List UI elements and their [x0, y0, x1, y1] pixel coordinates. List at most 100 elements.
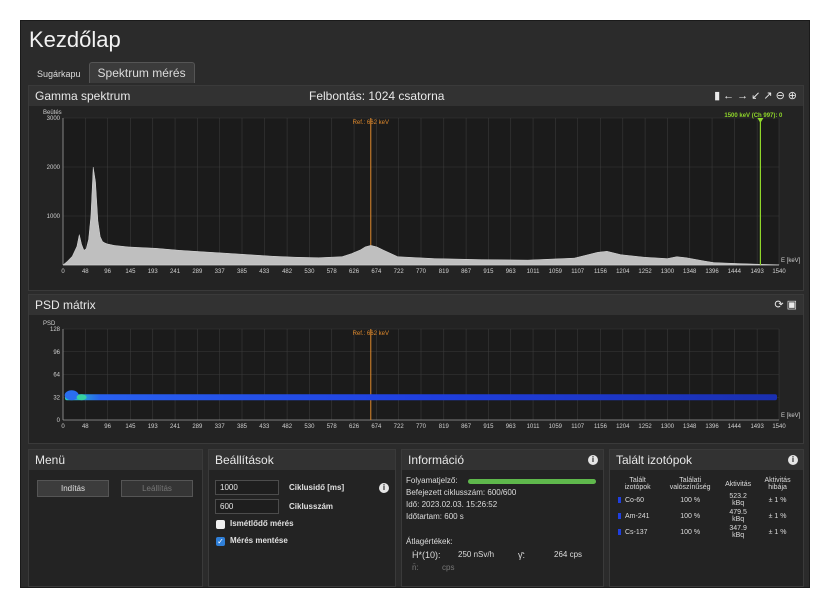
info-panel: Információ i Folyamatjelző: Befejezett c… — [401, 449, 604, 587]
measurement-duration: Időtartam: 600 s — [406, 512, 464, 521]
progress-bar — [468, 479, 596, 484]
x-tick-label: 1204 — [616, 269, 630, 275]
x-tick-label: 867 — [461, 424, 472, 430]
info-icon[interactable]: i — [588, 455, 598, 465]
x-tick-label: 626 — [349, 424, 360, 430]
tab-spektrum-meres[interactable]: Spektrum mérés — [88, 62, 195, 83]
x-tick-label: 337 — [215, 269, 226, 275]
settings-panel-header: Beállítások — [209, 450, 395, 470]
isotope-color-marker — [618, 528, 621, 535]
x-tick-label: 1059 — [549, 269, 563, 275]
start-button[interactable]: Indítás — [37, 480, 109, 497]
cycle-count-input[interactable]: 600 — [215, 499, 279, 514]
x-tick-label: 385 — [237, 424, 248, 430]
gamma-rate-value: 264 cps — [554, 550, 583, 559]
column-header: Talált izotópok — [624, 477, 651, 491]
refresh-icon[interactable]: ⟳ — [774, 298, 783, 311]
y-tick-label: 128 — [50, 327, 61, 333]
table-row: Co-60 100 % 523.2 kBq ± 1 % — [616, 492, 800, 508]
info-icon[interactable]: i — [788, 455, 798, 465]
x-tick-label: 1300 — [661, 424, 675, 430]
x-axis-label: E [keV] — [781, 258, 801, 264]
y-tick-label: 1000 — [47, 214, 61, 220]
psd-hotspot — [64, 390, 79, 401]
psd-matrix-panel: PSD mátrix ⟳ ▣ 0 48 96 145 193 241 289 337 385 43… — [28, 294, 804, 444]
x-tick-label: 530 — [304, 424, 315, 430]
x-tick-label: 289 — [192, 269, 203, 275]
x-tick-label: 1348 — [683, 424, 697, 430]
arrow-left-icon[interactable]: ← — [723, 90, 734, 102]
cursor-label: 1500 keV (Ch 997): 0 — [724, 113, 783, 119]
gamma-panel-header: Gamma spektrum Felbontás: 1024 csatorna … — [29, 86, 803, 106]
isotope-name: Co-60 — [625, 496, 645, 504]
y-tick-label: 96 — [53, 350, 60, 356]
menu-panel: Menü Indítás Leállítás — [28, 449, 203, 587]
y-tick-label: 64 — [53, 373, 60, 379]
x-tick-label: 819 — [439, 269, 450, 275]
reference-line-label: Ref.: 662 keV — [353, 120, 389, 126]
x-tick-label: 578 — [327, 424, 338, 430]
table-row: Cs-137 100 % 347.9 kBq ± 1 % — [616, 524, 800, 540]
tab-bar: Sugárkapu Spektrum mérés — [29, 62, 195, 83]
x-tick-label: 963 — [506, 424, 517, 430]
isotopes-table: Talált izotópok Találati valószínűség Ak… — [616, 476, 800, 540]
bar-chart-icon[interactable]: ▮ — [714, 89, 720, 102]
y-tick-label: 32 — [53, 395, 60, 401]
isotopes-panel-title: Talált izotópok — [616, 453, 693, 467]
x-tick-label: 145 — [125, 424, 136, 430]
psd-toolbar: ⟳ ▣ — [771, 298, 797, 311]
isotope-activity: 347.9 kBq — [729, 525, 747, 539]
save-checkbox[interactable]: ✓ — [216, 537, 225, 546]
x-tick-label: 433 — [259, 424, 270, 430]
x-tick-label: 963 — [506, 269, 517, 275]
column-header: Aktivitás — [725, 480, 752, 488]
repeat-checkbox[interactable] — [216, 520, 225, 529]
psd-matrix-chart[interactable]: 0 48 96 145 193 241 289 337 385 433 482 530 578 626 67… — [29, 317, 805, 445]
zoom-in-icon[interactable]: ⊕ — [788, 89, 797, 102]
expand-icon[interactable]: ↗ — [763, 89, 772, 102]
cycle-time-input[interactable]: 1000 — [215, 480, 279, 495]
x-tick-label: 337 — [215, 424, 226, 430]
y-axis-label: Beütés — [43, 110, 62, 116]
y-axis-label: PSD — [43, 321, 56, 327]
info-icon[interactable]: i — [379, 483, 389, 493]
x-tick-label: 1011 — [527, 424, 541, 430]
x-tick-label: 0 — [61, 269, 65, 275]
x-tick-label: 145 — [125, 269, 136, 275]
x-tick-label: 722 — [394, 424, 405, 430]
x-tick-label: 626 — [349, 269, 360, 275]
repeat-label: Ismétlődő mérés — [230, 519, 294, 528]
zoom-out-icon[interactable]: ⊖ — [776, 89, 785, 102]
x-tick-label: 96 — [104, 269, 111, 275]
x-tick-label: 0 — [61, 424, 65, 430]
x-tick-label: 1156 — [594, 424, 608, 430]
arrow-right-icon[interactable]: → — [737, 90, 748, 102]
x-tick-label: 915 — [483, 424, 494, 430]
isotope-color-marker — [618, 496, 621, 503]
page-title: Kezdőlap — [29, 27, 121, 52]
isotope-color-marker — [618, 512, 621, 519]
gamma-symbol: γ̄: — [518, 550, 526, 560]
isotopes-panel: Talált izotópok i Talált izotópok Talála… — [609, 449, 804, 587]
shrink-icon[interactable]: ↙ — [751, 89, 760, 102]
tab-sugarkapu[interactable]: Sugárkapu — [29, 66, 89, 83]
stop-button[interactable]: Leállítás — [121, 480, 193, 497]
x-tick-label: 1396 — [705, 269, 719, 275]
x-tick-label: 1444 — [728, 269, 742, 275]
resolution-label: Felbontás: 1024 csatorna — [309, 89, 445, 103]
column-header: Találati valószínűség — [669, 477, 711, 491]
measurement-time: Idő: 2023.02.03. 15:26:52 — [406, 500, 498, 509]
save-icon[interactable]: ▣ — [787, 298, 797, 311]
save-label: Mérés mentése — [230, 536, 288, 545]
x-tick-label: 674 — [371, 269, 382, 275]
dose-symbol: Ḣ*(10): — [412, 550, 441, 560]
neutron-rate-value: cps — [442, 563, 455, 572]
x-axis-label: E [keV] — [781, 413, 801, 419]
info-panel-header: Információ — [402, 450, 603, 470]
gamma-spectrum-chart[interactable]: 0 48 96 145 193 241 289 337 385 433 482 530 578 626 67… — [29, 108, 805, 292]
table-row: Am-241 100 % 479.5 kBq ± 1 % — [616, 508, 800, 524]
isotope-activity-error: ± 1 % — [768, 528, 787, 536]
x-tick-label: 1156 — [594, 269, 608, 275]
isotope-activity-error: ± 1 % — [768, 496, 787, 504]
info-panel-title: Információ — [408, 453, 465, 467]
